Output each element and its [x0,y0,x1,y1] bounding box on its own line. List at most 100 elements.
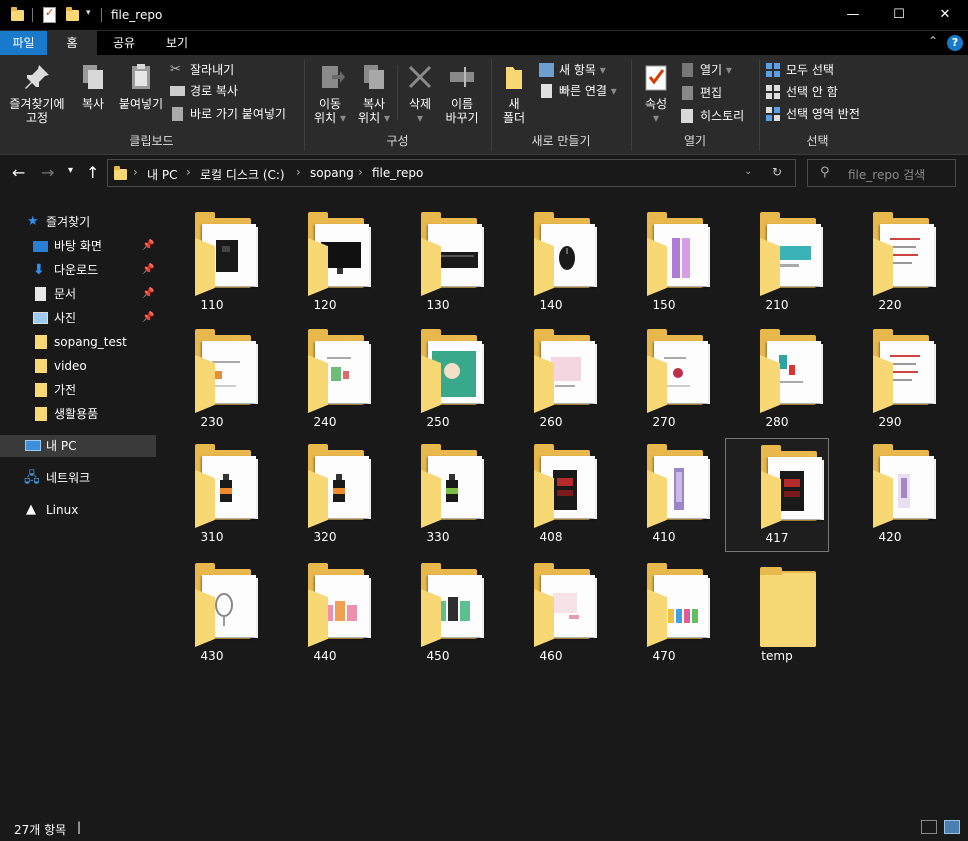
large-icons-view-icon[interactable] [944,820,960,834]
cut-button[interactable]: ✂ 잘라내기 [170,60,234,80]
easy-access-button[interactable]: 빠른 연결 ▾ [539,81,617,101]
folder-item-260[interactable]: 260 [499,323,603,437]
new-folder-button[interactable]: 새 폴더 [498,61,530,125]
tab-share[interactable]: 공유 [100,31,148,55]
help-icon[interactable]: ? [947,35,963,51]
folder-item-250[interactable]: 250 [386,323,490,437]
details-view-icon[interactable] [921,820,937,834]
folder-item-130[interactable]: 130 [386,206,490,320]
folder-item-280[interactable]: 280 [725,323,829,437]
rename-button[interactable]: 이름 바꾸기 [441,61,483,125]
properties-quick-icon[interactable] [43,6,56,23]
maximize-button[interactable]: ☐ [876,0,922,31]
nav-linux-label: Linux [46,503,79,517]
breadcrumb-file-repo[interactable]: file_repo [372,166,423,180]
delete-dropdown-icon[interactable]: ▾ [403,111,437,125]
folder-item-450[interactable]: 450 [386,557,490,671]
nav-item-household[interactable]: 생활용품 [0,403,156,425]
nav-item-appliances[interactable]: 가전 [0,379,156,401]
folder-item-420[interactable]: 420 [838,438,942,552]
folder-item-430[interactable]: 430 [160,557,264,671]
collapse-ribbon-icon[interactable]: ⌃ [928,34,938,48]
folder-item-460[interactable]: 460 [499,557,603,671]
edit-button[interactable]: 편집 [680,83,722,103]
tab-view[interactable]: 보기 [152,31,202,55]
nav-this-pc[interactable]: 내 PC [0,435,156,457]
refresh-icon[interactable]: ↻ [772,165,782,179]
tab-home[interactable]: 홈 [47,31,97,55]
breadcrumb-sopang[interactable]: sopang [310,166,354,180]
copy-to-button[interactable]: 복사 위치 ▾ [353,61,395,125]
address-bar[interactable]: › 내 PC › 로컬 디스크 (C:) › sopang › file_rep… [107,159,796,187]
folder-item-330[interactable]: 330 [386,438,490,552]
folder-item-210[interactable]: 210 [725,206,829,320]
move-to-button[interactable]: 이동 위치 ▾ [309,61,351,125]
folder-item-temp[interactable]: temp [725,557,829,671]
breadcrumb-local-disk[interactable]: 로컬 디스크 (C:) [200,166,285,183]
history-label: 히스토리 [700,109,745,123]
breadcrumb-this-pc[interactable]: 내 PC [147,166,177,183]
paste-button[interactable]: 붙여넣기 [116,61,166,111]
folder-item-150[interactable]: 150 [612,206,716,320]
nav-item-sopang-test[interactable]: sopang_test [0,331,156,353]
nav-linux[interactable]: ▲ Linux [0,499,156,521]
nav-item-pictures[interactable]: 사진 📌 [0,307,156,329]
folder-name: 110 [200,298,224,312]
folder-item-230[interactable]: 230 [160,323,264,437]
folder-front [760,567,816,647]
invert-selection-button[interactable]: 선택 영역 반전 [766,104,860,124]
folder-item-270[interactable]: 270 [612,323,716,437]
delete-button[interactable]: 삭제 ▾ [403,61,437,125]
customize-quick-access-icon[interactable]: ▾ [86,8,91,18]
nav-quick-access[interactable]: ★ 즐겨찾기 [0,211,156,233]
folder-item-408[interactable]: 408 [499,438,603,552]
folder-item-290[interactable]: 290 [838,323,942,437]
new-folder-quick-icon[interactable] [66,7,79,21]
tab-file[interactable]: 파일 [0,31,47,55]
select-all-button[interactable]: 모두 선택 [766,60,834,80]
folder-item-440[interactable]: 440 [273,557,377,671]
forward-arrow-icon[interactable]: → [41,163,54,182]
invert-selection-label: 선택 영역 반전 [786,107,860,121]
nav-item-desktop[interactable]: 바탕 화면 📌 [0,235,156,257]
close-button[interactable]: ✕ [922,0,968,31]
folder-item-240[interactable]: 240 [273,323,377,437]
nav-network[interactable]: 🖧 네트워크 [0,467,156,489]
folder-item-110[interactable]: 110 [160,206,264,320]
folder-item-120[interactable]: 120 [273,206,377,320]
nav-item-video[interactable]: video [0,355,156,377]
folder-item-220[interactable]: 220 [838,206,942,320]
back-arrow-icon[interactable]: ← [12,163,25,182]
copy-button[interactable]: 복사 [74,61,112,111]
select-none-label: 선택 안 함 [786,85,838,99]
download-icon: ⬇ [33,262,45,278]
chevron-right-icon[interactable]: › [296,165,301,179]
folder-item-410[interactable]: 410 [612,438,716,552]
properties-dropdown-icon[interactable]: ▾ [638,111,674,125]
paste-shortcut-button[interactable]: 바로 가기 붙여넣기 [170,104,286,124]
search-input[interactable]: ⚲ file_repo 검색 [807,159,956,187]
chevron-right-icon[interactable]: › [133,165,138,179]
copy-path-button[interactable]: 경로 복사 [170,81,238,101]
address-dropdown-icon[interactable]: ⌄ [744,166,752,177]
history-button[interactable]: 히스토리 [680,106,744,126]
select-none-button[interactable]: 선택 안 함 [766,82,838,102]
nav-item-documents[interactable]: 문서 📌 [0,283,156,305]
app-folder-icon[interactable] [11,7,24,21]
folder-item-140[interactable]: 140 [499,206,603,320]
nav-item-downloads[interactable]: ⬇ 다운로드 📌 [0,259,156,281]
folder-item-320[interactable]: 320 [273,438,377,552]
chevron-right-icon[interactable]: › [358,165,363,179]
folder-item-470[interactable]: 470 [612,557,716,671]
up-arrow-icon[interactable]: ↑ [86,163,99,182]
recent-locations-icon[interactable]: ▾ [68,165,73,176]
chevron-right-icon[interactable]: › [186,165,191,179]
pin-quick-access-button[interactable]: 즐겨찾기에 고정 [6,61,68,125]
minimize-button[interactable]: — [830,0,876,31]
folder-item-417[interactable]: 417 [725,438,829,552]
open-button[interactable]: 열기 ▾ [680,60,732,80]
new-item-button[interactable]: 새 항목 ▾ [539,60,606,80]
scissors-icon: ✂ [170,62,181,77]
properties-button[interactable]: 속성 ▾ [638,61,674,125]
folder-item-310[interactable]: 310 [160,438,264,552]
